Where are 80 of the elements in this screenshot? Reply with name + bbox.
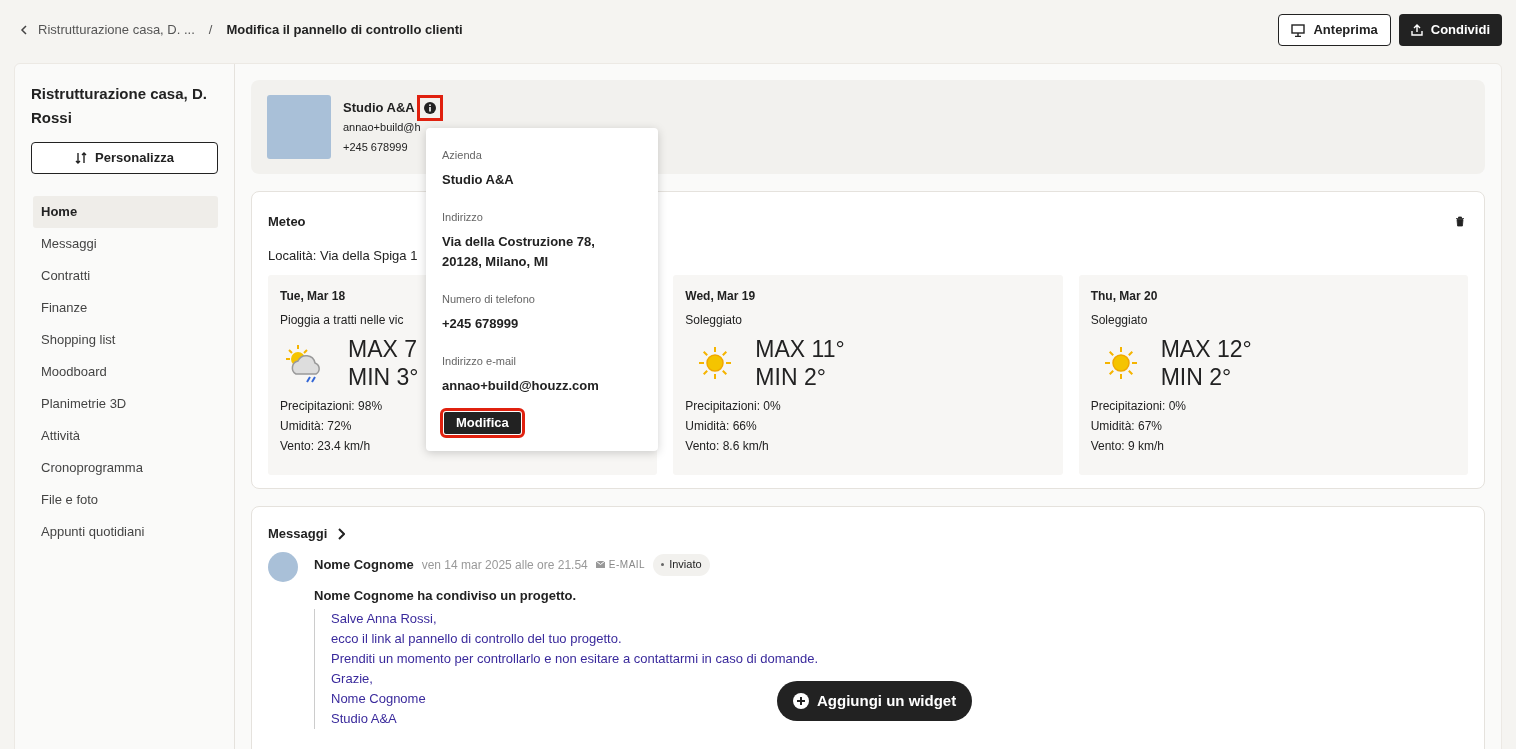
status-badge: Inviato	[653, 553, 710, 576]
humidity-text: Umidità: 66%	[685, 418, 757, 435]
channel-label: E-MAIL	[595, 557, 646, 572]
dot-icon	[661, 563, 665, 566]
breadcrumb-separator: /	[208, 21, 213, 40]
sidebar-item[interactable]: Home	[33, 196, 218, 228]
max-temperature: MAX 12°	[1160, 335, 1252, 363]
message-line: Salve Anna Rossi,	[331, 610, 437, 628]
trash-icon	[1455, 216, 1465, 228]
message-line: Studio A&A	[331, 710, 397, 728]
sidebar-item[interactable]: Messaggi	[33, 228, 218, 260]
message-line: Prenditi un momento per controllarlo e non esitare a contattarmi in caso di domande.	[331, 650, 819, 668]
message-date: ven 14 mar 2025 alle ore 21.54	[421, 556, 588, 574]
max-temperature: MAX 7	[348, 335, 419, 363]
back-icon	[20, 25, 28, 35]
weather-title: Meteo	[268, 213, 306, 231]
avatar	[268, 551, 298, 582]
humidity-text: Umidità: 67%	[1090, 418, 1163, 435]
field-label: Numero di telefono	[442, 292, 536, 306]
sidebar-item[interactable]: Contratti	[33, 260, 218, 292]
field-value: annao+build@houzz.com	[442, 377, 600, 395]
plus-icon	[793, 693, 809, 709]
photo-placeholder	[267, 95, 331, 159]
project-title: Ristrutturazione casa, D. Rossi	[31, 84, 208, 128]
sidebar-item[interactable]: File e foto	[33, 484, 218, 516]
breadcrumb-link[interactable]: Ristrutturazione casa, D. ...	[20, 20, 195, 40]
field-value: Studio A&A	[442, 171, 515, 189]
wind-text: Vento: 9 km/h	[1090, 438, 1165, 455]
message-line: ecco il link al pannello di controllo del tuo progetto.	[331, 630, 622, 648]
forecast-description: Soleggiato	[685, 312, 743, 328]
sun-icon	[697, 345, 734, 381]
field-label: Azienda	[442, 148, 483, 162]
forecast-description: Pioggia a tratti nelle vic	[280, 312, 404, 328]
info-icon	[423, 102, 436, 114]
sidebar-item[interactable]: Cronoprogramma	[33, 452, 218, 484]
sidebar-item[interactable]: Finanze	[33, 292, 218, 324]
envelope-icon	[595, 561, 605, 568]
sort-icon	[75, 152, 88, 164]
humidity-text: Umidità: 72%	[280, 418, 352, 435]
wind-text: Vento: 8.6 km/h	[685, 438, 769, 455]
location-text: Località: Via della Spiga 1	[268, 246, 418, 265]
sidebar-item[interactable]: Attività	[33, 420, 218, 452]
forecast-description: Soleggiato	[1090, 312, 1148, 328]
forecast-date: Thu, Mar 20	[1090, 288, 1158, 304]
field-label: Indirizzo	[442, 210, 484, 224]
sidebar-item[interactable]: Moodboard	[33, 356, 218, 388]
min-temperature: MIN 2°	[755, 363, 827, 391]
sidebar-item[interactable]: Shopping list	[33, 324, 218, 356]
sun-icon	[1102, 345, 1139, 381]
company-phone: +245 678999	[343, 140, 409, 155]
info-button[interactable]	[416, 95, 443, 121]
upload-icon	[1410, 24, 1423, 36]
messages-link[interactable]: Messaggi	[268, 524, 346, 544]
min-temperature: MIN 2°	[1160, 363, 1233, 391]
monitor-icon	[1291, 23, 1306, 37]
page-title: Modifica il pannello di controllo clienti	[226, 21, 463, 40]
precipitation-text: Precipitazioni: 0%	[685, 398, 781, 415]
preview-button[interactable]: Anteprima	[1278, 14, 1391, 46]
message-line: Grazie,	[331, 670, 373, 688]
forecast-date: Wed, Mar 19	[685, 288, 756, 304]
forecast-date: Tue, Mar 18	[280, 288, 346, 304]
company-email: annao+build@h	[343, 120, 422, 135]
wind-text: Vento: 23.4 km/h	[280, 438, 371, 455]
precipitation-text: Precipitazioni: 98%	[280, 398, 383, 415]
add-widget-button[interactable]: Aggiungi un widget	[777, 681, 973, 721]
customize-button[interactable]: Personalizza	[31, 142, 218, 174]
field-value: +245 678999	[442, 315, 520, 333]
message-summary: Nome Cognome ha condiviso un progetto.	[314, 586, 578, 605]
message-line: Nome Cognome	[331, 690, 426, 708]
company-name: Studio A&A	[343, 99, 415, 117]
min-temperature: MIN 3°	[348, 363, 419, 391]
max-temperature: MAX 11°	[755, 335, 845, 363]
share-button[interactable]: Condividi	[1398, 14, 1502, 46]
chevron-right-icon	[337, 527, 346, 540]
field-label: Indirizzo e-mail	[442, 354, 517, 368]
sidebar-item[interactable]: Appunti quotidiani	[33, 516, 218, 548]
precipitation-text: Precipitazioni: 0%	[1090, 398, 1187, 415]
sender-name: Nome Cognome	[314, 555, 414, 574]
field-value: Via della Costruzione 78, 20128, Milano, MI	[442, 233, 596, 271]
sidebar-item[interactable]: Planimetrie 3D	[33, 388, 218, 420]
